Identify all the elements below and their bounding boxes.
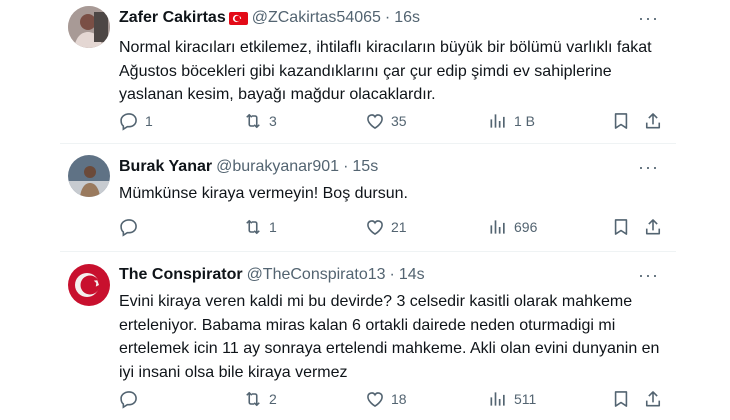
timestamp[interactable]: 16s bbox=[394, 9, 420, 27]
action-bar: 1 3 35 1 B bbox=[0, 111, 730, 133]
bookmark-button[interactable] bbox=[611, 217, 631, 237]
bookmark-button[interactable] bbox=[611, 389, 631, 409]
like-button[interactable]: 18 bbox=[365, 389, 407, 409]
retweet-button[interactable]: 1 bbox=[243, 217, 277, 237]
retweet-count: 3 bbox=[269, 113, 277, 129]
views-button[interactable]: 511 bbox=[488, 389, 536, 409]
tweet-text-line: Ağustos böcekleri gibi kazandıklarını ça… bbox=[119, 62, 612, 80]
user-handle[interactable]: @ZCakirtas54065 bbox=[252, 9, 381, 27]
views-count: 1 B bbox=[514, 113, 536, 129]
action-bar: 2 18 511 bbox=[0, 389, 730, 411]
display-name[interactable]: The Conspirator bbox=[119, 266, 243, 284]
reply-count: 1 bbox=[145, 113, 153, 129]
like-count: 18 bbox=[391, 391, 407, 407]
user-handle[interactable]: @TheConspirato13 bbox=[247, 266, 386, 284]
tweet-header: The Conspirator @TheConspirato13 · 14s bbox=[119, 266, 425, 284]
avatar-photo bbox=[68, 264, 110, 306]
share-icon bbox=[643, 111, 663, 131]
bookmark-icon bbox=[611, 111, 631, 131]
action-bar: 1 21 696 bbox=[0, 217, 730, 239]
display-name[interactable]: Zafer Cakirtas bbox=[119, 9, 226, 27]
retweet-button[interactable]: 2 bbox=[243, 389, 277, 409]
bookmark-icon bbox=[611, 389, 631, 409]
timestamp[interactable]: 15s bbox=[352, 158, 378, 176]
tweet-text: Normal kiracıları etkilemez, ihtilaflı k… bbox=[119, 36, 679, 107]
more-options-button[interactable]: ··· bbox=[638, 9, 659, 27]
views-count: 696 bbox=[514, 219, 538, 235]
share-button[interactable] bbox=[643, 217, 663, 237]
views-icon bbox=[488, 217, 508, 237]
reply-icon bbox=[119, 389, 139, 409]
views-button[interactable]: 696 bbox=[488, 217, 537, 237]
reply-button[interactable]: 1 bbox=[119, 111, 153, 131]
more-options-button[interactable]: ··· bbox=[638, 158, 659, 176]
tweet-text-line: Normal kiracıları etkilemez, ihtilaflı k… bbox=[119, 39, 652, 56]
tweet-text-line: erteleniyor. Babama miras kalan 6 ortakl… bbox=[119, 316, 616, 334]
views-icon bbox=[488, 111, 508, 131]
share-icon bbox=[643, 389, 663, 409]
tweet-header: Zafer Cakirtas @ZCakirtas54065 · 16s bbox=[119, 9, 420, 27]
reply-icon bbox=[119, 111, 139, 131]
tweet-text: Evini kiraya veren kaldi mi bu devirde? … bbox=[119, 290, 679, 384]
tweet-text-line: Evini kiraya veren kaldi mi bu devirde? … bbox=[119, 293, 633, 310]
avatar[interactable] bbox=[68, 264, 110, 306]
like-count: 21 bbox=[391, 219, 407, 235]
reply-icon bbox=[119, 217, 139, 237]
like-count: 35 bbox=[391, 113, 407, 129]
tweet-header: Burak Yanar @burakyanar901 · 15s bbox=[119, 158, 378, 176]
retweet-icon bbox=[243, 217, 263, 237]
avatar[interactable] bbox=[68, 155, 110, 197]
display-name[interactable]: Burak Yanar bbox=[119, 158, 212, 176]
like-button[interactable]: 35 bbox=[365, 111, 407, 131]
divider bbox=[60, 251, 676, 252]
views-button[interactable]: 1 B bbox=[488, 111, 535, 131]
share-icon bbox=[643, 217, 663, 237]
share-button[interactable] bbox=[643, 111, 663, 131]
retweet-count: 2 bbox=[269, 391, 277, 407]
avatar-photo bbox=[68, 6, 110, 48]
like-icon bbox=[365, 389, 385, 409]
tweet-text-line: ertelemek icin 11 ay sonraya ertelendi m… bbox=[119, 340, 660, 357]
avatar-photo bbox=[68, 155, 110, 197]
tweet-text-line: yaslanan kesim, bayağı mağdur olacaklard… bbox=[119, 86, 436, 103]
reply-button[interactable] bbox=[119, 389, 145, 409]
user-handle[interactable]: @burakyanar901 bbox=[216, 158, 339, 176]
like-icon bbox=[365, 111, 385, 131]
views-icon bbox=[488, 389, 508, 409]
dot-separator: · bbox=[343, 158, 349, 175]
retweet-icon bbox=[243, 389, 263, 409]
dot-separator: · bbox=[384, 9, 391, 26]
retweet-button[interactable]: 3 bbox=[243, 111, 277, 131]
reply-button[interactable] bbox=[119, 217, 145, 237]
timestamp[interactable]: 14s bbox=[399, 266, 425, 284]
bookmark-button[interactable] bbox=[611, 111, 631, 131]
tweet-text-line: iyi insani olsa bile kiraya vermez bbox=[119, 363, 348, 381]
tweet-text: Mümkünse kiraya vermeyin! Boş dursun. bbox=[119, 182, 679, 206]
views-count: 511 bbox=[514, 391, 537, 407]
like-button[interactable]: 21 bbox=[365, 217, 407, 237]
bookmark-icon bbox=[611, 217, 631, 237]
like-icon bbox=[365, 217, 385, 237]
retweet-icon bbox=[243, 111, 263, 131]
share-button[interactable] bbox=[643, 389, 663, 409]
more-options-button[interactable]: ··· bbox=[638, 266, 659, 284]
dot-separator: · bbox=[389, 266, 395, 283]
divider bbox=[60, 143, 676, 144]
avatar[interactable] bbox=[68, 6, 110, 48]
turkey-flag-icon bbox=[228, 11, 248, 25]
tweet-text-line: Mümkünse kiraya vermeyin! Boş dursun. bbox=[119, 185, 408, 202]
retweet-count: 1 bbox=[269, 219, 277, 235]
